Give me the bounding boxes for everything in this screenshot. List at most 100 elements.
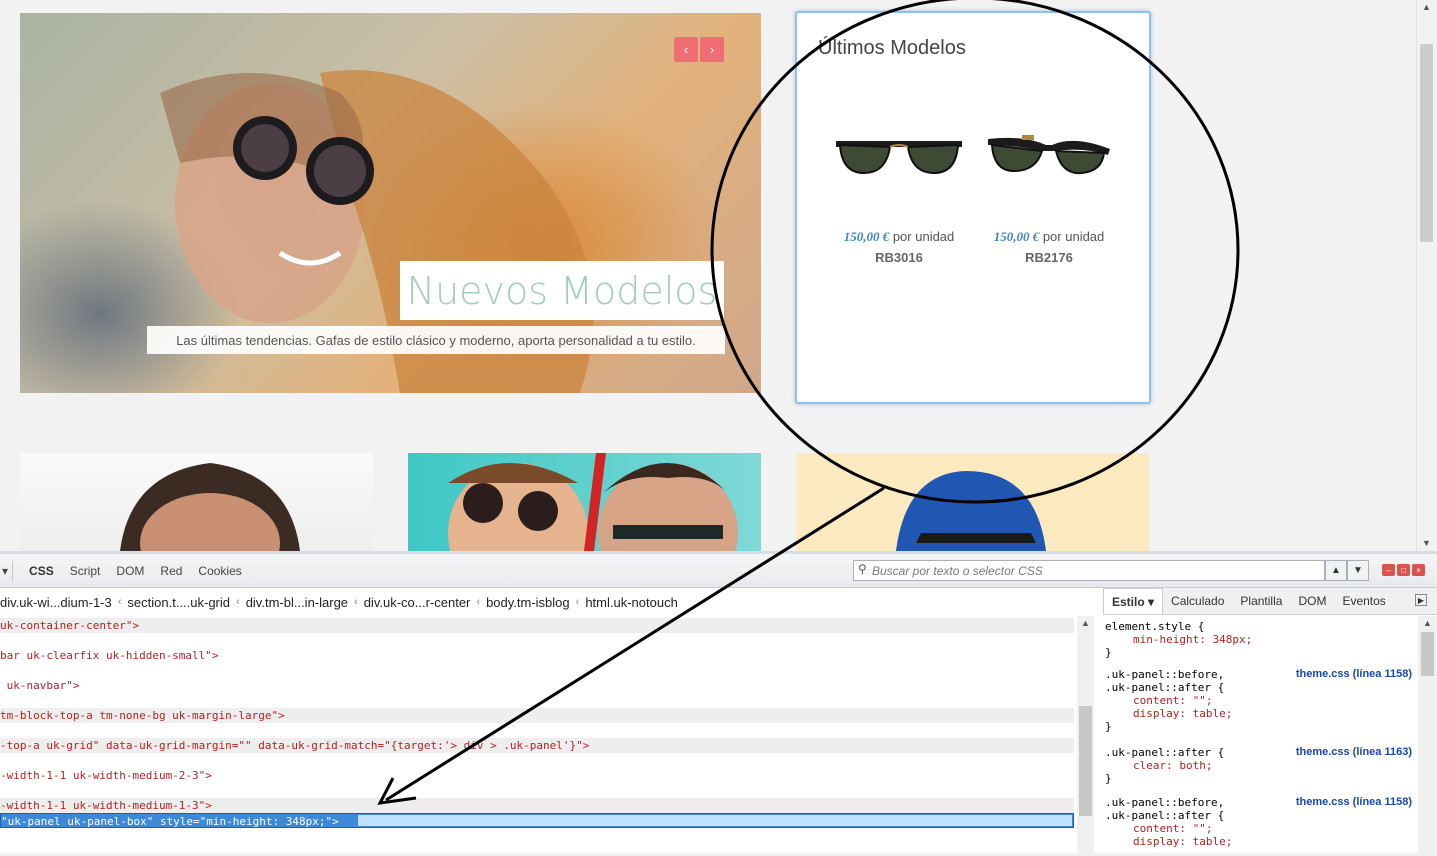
html-node-line[interactable]: -top-a uk-grid" data-uk-grid-margin="" d… <box>0 738 1074 753</box>
menu-arrow-icon[interactable]: ▾ <box>0 564 12 578</box>
product-price: 150,00 € <box>993 229 1040 244</box>
breadcrumb-item[interactable]: html.uk-notouch <box>585 595 678 610</box>
breadcrumb-item[interactable]: body.tm-isblog <box>486 595 570 610</box>
css-property[interactable]: clear: both; <box>1105 759 1415 772</box>
scroll-up-icon[interactable]: ▲ <box>1423 618 1432 628</box>
tab-script[interactable]: Script <box>62 564 109 578</box>
sunglasses-icon <box>988 135 1110 175</box>
search-placeholder: Buscar por texto o selector CSS <box>872 563 1043 578</box>
chevron-up-icon[interactable]: ▲ <box>1325 560 1347 581</box>
scrollbar-thumb[interactable] <box>1079 706 1092 816</box>
scrollbar-thumb[interactable] <box>1421 632 1434 676</box>
css-selector-search-input[interactable]: ⚲ Buscar por texto o selector CSS <box>853 560 1325 581</box>
tab-dom-side[interactable]: DOM <box>1290 588 1334 614</box>
css-pane-scrollbar[interactable]: ▲ <box>1418 616 1437 856</box>
promo-tile[interactable] <box>796 453 1149 551</box>
price-unit: por unidad <box>889 229 955 244</box>
css-source-link[interactable]: theme.css (línea 1158) <box>1296 796 1412 808</box>
breadcrumb-item[interactable]: div.uk-wi...dium-1-3 <box>0 595 112 610</box>
tile-image <box>120 463 300 551</box>
css-property[interactable]: content: ""; <box>1105 694 1415 707</box>
html-node-text: "uk-panel uk-panel-box" style="min-heigh… <box>1 815 339 828</box>
rule-close: } <box>1105 646 1112 659</box>
next-slide-button[interactable]: › <box>700 37 724 62</box>
product-price-line: 150,00 € por unidad <box>824 229 974 245</box>
rule-close: } <box>1105 720 1112 733</box>
web-page: ‹ › Nuevos Modelos Las últimas tendencia… <box>0 0 1416 551</box>
html-node-text: uk-container-center"> <box>0 619 140 632</box>
breadcrumb-item[interactable]: div.uk-co...r-center <box>364 595 471 610</box>
html-node-line[interactable]: tm-block-top-a tm-none-bg uk-margin-larg… <box>0 708 1074 723</box>
product-image[interactable] <box>824 121 974 191</box>
tab-layout[interactable]: Plantilla <box>1232 588 1290 614</box>
html-node-line[interactable]: uk-navbar"> <box>0 678 1074 693</box>
breadcrumb-item[interactable]: div.tm-bl...in-large <box>246 595 348 610</box>
tile-image <box>896 471 1046 551</box>
html-node-line-selected[interactable]: "uk-panel uk-panel-box" style="min-heigh… <box>0 813 1074 828</box>
breadcrumb: div.uk-wi...dium-1-3 ‹ section.t....uk-g… <box>0 590 1100 614</box>
detach-icon[interactable]: □ <box>1397 564 1410 576</box>
css-property[interactable]: display: table; <box>1105 707 1415 720</box>
html-node-line[interactable]: -width-1-1 uk-width-medium-2-3"> <box>0 768 1074 783</box>
css-source-link[interactable]: theme.css (línea 1163) <box>1296 746 1412 758</box>
promo-tile[interactable] <box>20 453 373 551</box>
breadcrumb-item[interactable]: section.t....uk-grid <box>127 595 230 610</box>
tab-dom[interactable]: DOM <box>108 564 152 578</box>
html-pane-scrollbar[interactable]: ▲ <box>1077 616 1094 856</box>
style-rules: element.style { min-height: 348px; } .uk… <box>1103 616 1417 856</box>
page-scrollbar[interactable]: ▲ ▼ <box>1416 0 1437 551</box>
scrollbar-thumb[interactable] <box>1420 44 1433 242</box>
html-node-text: -width-1-1 uk-width-medium-1-3"> <box>0 799 212 812</box>
html-node-text: uk-navbar"> <box>0 679 80 692</box>
more-tabs-icon[interactable]: ▶ <box>1415 594 1427 606</box>
hero-title: Nuevos Modelos <box>400 261 724 320</box>
tab-computed[interactable]: Calculado <box>1163 588 1232 614</box>
scroll-up-icon[interactable]: ▲ <box>1422 2 1431 12</box>
css-rule[interactable]: .uk-panel::before, .uk-panel::after { co… <box>1105 668 1415 733</box>
product-price-line: 150,00 € por unidad <box>974 229 1124 245</box>
css-rule[interactable]: element.style { min-height: 348px; } <box>1105 620 1415 659</box>
css-rule[interactable]: .uk-panel::before, .uk-panel::after { co… <box>1105 796 1415 848</box>
html-node-text: bar uk-clearfix uk-hidden-small"> <box>0 649 219 662</box>
promo-tile[interactable] <box>408 453 761 551</box>
prev-slide-button[interactable]: ‹ <box>674 37 698 62</box>
close-icon[interactable]: × <box>1412 564 1425 576</box>
product-name[interactable]: RB2176 <box>974 250 1124 265</box>
product-card[interactable]: 150,00 € por unidad RB2176 <box>974 121 1124 265</box>
scroll-up-icon[interactable]: ▲ <box>1081 618 1090 628</box>
css-property[interactable]: content: ""; <box>1105 822 1415 835</box>
html-node-line[interactable]: bar uk-clearfix uk-hidden-small"> <box>0 648 1074 663</box>
chevron-left-icon: ‹ <box>354 596 358 608</box>
chevron-down-icon[interactable]: ▼ <box>1347 560 1369 581</box>
chevron-left-icon: ‹ <box>476 596 481 608</box>
tab-css[interactable]: CSS <box>21 564 62 578</box>
tab-cookies[interactable]: Cookies <box>190 564 249 578</box>
html-node-text: tm-block-top-a tm-none-bg uk-margin-larg… <box>0 709 285 722</box>
html-node-text: -top-a uk-grid" data-uk-grid-margin="" d… <box>0 739 590 752</box>
css-selector: element.style { <box>1105 620 1205 633</box>
hero-slideshow[interactable]: ‹ › Nuevos Modelos Las últimas tendencia… <box>20 13 761 393</box>
html-node-line[interactable]: -width-1-1 uk-width-medium-1-3"> <box>0 798 1074 813</box>
html-node-line[interactable]: uk-container-center"> <box>0 618 1074 633</box>
css-source-link[interactable]: theme.css (línea 1158) <box>1296 668 1412 680</box>
chevron-left-icon: ‹ <box>117 596 122 608</box>
product-price: 150,00 € <box>843 229 890 244</box>
product-image[interactable] <box>974 121 1124 191</box>
divider <box>12 560 14 581</box>
minimize-icon[interactable]: – <box>1382 564 1395 576</box>
css-property[interactable]: min-height: 348px; <box>1105 633 1415 646</box>
rule-close: } <box>1105 772 1112 785</box>
tab-style[interactable]: Estilo ▾ <box>1103 588 1164 614</box>
product-name[interactable]: RB3016 <box>824 250 974 265</box>
css-rule[interactable]: .uk-panel::after { clear: both; } theme.… <box>1105 746 1415 785</box>
html-tree: uk-container-center"> bar uk-clearfix uk… <box>0 616 1076 856</box>
selection-highlight <box>357 814 1073 827</box>
css-selector: .uk-panel::after { <box>1105 681 1225 694</box>
tab-net[interactable]: Red <box>152 564 190 578</box>
product-card[interactable]: 150,00 € por unidad RB3016 <box>824 121 974 265</box>
search-icon: ⚲ <box>858 562 867 576</box>
css-property[interactable]: display: table; <box>1105 835 1415 848</box>
sunglasses-icon <box>836 141 962 175</box>
scroll-down-icon[interactable]: ▼ <box>1422 538 1431 548</box>
tab-events[interactable]: Eventos <box>1334 588 1393 614</box>
